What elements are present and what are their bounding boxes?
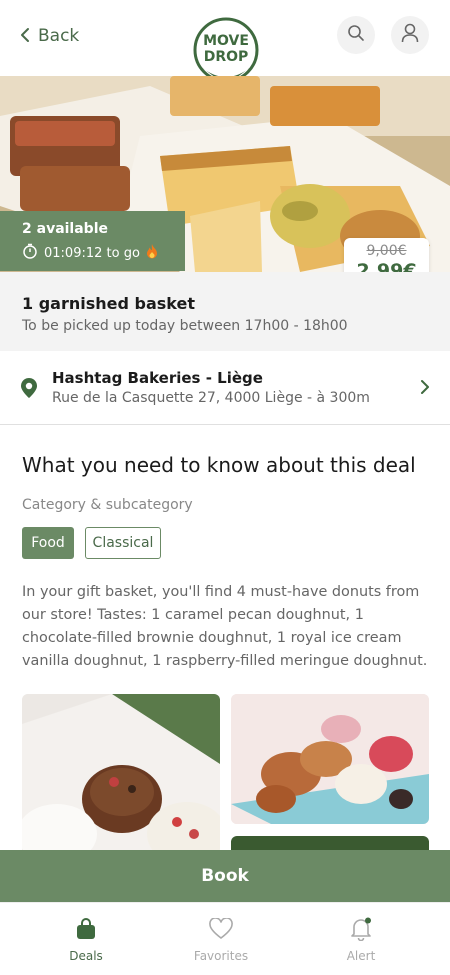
nav-label-alert: Alert — [346, 949, 376, 963]
pickup-window: To be picked up today between 17h00 - 18… — [22, 318, 348, 334]
app-header: Back MOVE DROP — [0, 0, 450, 93]
location-pin-icon — [20, 377, 38, 403]
nav-label-favorites: Favorites — [193, 949, 249, 963]
store-row[interactable]: Hashtag Bakeries - Liège Rue de la Casqu… — [0, 351, 450, 425]
search-button[interactable] — [337, 16, 375, 54]
offer-photo-assorted-donuts[interactable] — [231, 694, 429, 824]
user-icon — [401, 23, 419, 47]
basket-info: 1 garnished basket To be picked up today… — [0, 272, 450, 351]
bell-icon — [316, 917, 406, 941]
tag-food[interactable]: Food — [22, 527, 74, 559]
nav-label-deals: Deals — [69, 949, 103, 963]
category-label: Category & subcategory — [22, 497, 193, 513]
store-name: Hashtag Bakeries - Liège — [52, 369, 263, 387]
section-title: What you need to know about this deal — [22, 453, 416, 477]
back-button[interactable]: Back — [20, 26, 79, 46]
profile-button[interactable] — [391, 16, 429, 54]
nav-item-deals[interactable]: Deals — [41, 917, 131, 963]
nav-item-favorites[interactable]: Favorites — [176, 917, 266, 963]
logo-text-top: MOVE — [203, 33, 249, 49]
offer-photo-donuts-box[interactable] — [22, 694, 220, 854]
stopwatch-icon — [22, 243, 38, 263]
countdown: 01:09:12 to go — [22, 243, 185, 263]
bottom-nav: Deals Favorites Alert — [0, 902, 450, 975]
original-price: 9,00€ — [366, 243, 407, 259]
back-label: Back — [38, 26, 80, 46]
chevron-right-icon — [420, 379, 430, 399]
bag-icon — [41, 917, 131, 941]
fire-icon — [146, 243, 158, 263]
nav-item-alert[interactable]: Alert — [316, 917, 406, 963]
availability-banner: 2 available 01:09:12 to go — [0, 211, 185, 271]
chevron-left-icon — [20, 26, 30, 46]
book-button[interactable]: Book — [0, 850, 450, 902]
countdown-text: 01:09:12 to go — [44, 245, 140, 261]
tag-classical[interactable]: Classical — [85, 527, 161, 559]
logo-text-bottom: DROP — [204, 49, 249, 65]
store-address: Rue de la Casquette 27, 4000 Liège - à 3… — [52, 390, 370, 406]
available-count: 2 available — [22, 221, 108, 237]
search-icon — [347, 24, 365, 46]
offer-description: In your gift basket, you'll find 4 must-… — [22, 584, 428, 669]
heart-icon — [176, 917, 266, 941]
basket-title: 1 garnished basket — [22, 294, 195, 313]
